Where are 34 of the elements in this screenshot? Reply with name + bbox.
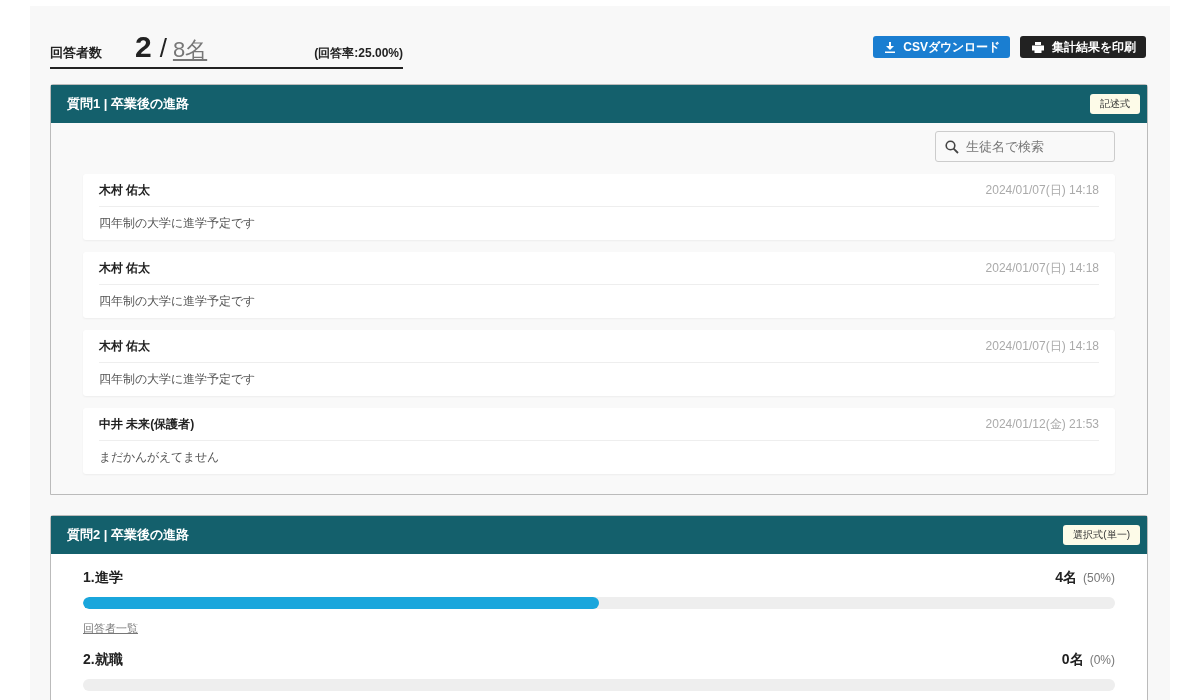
question-type-badge: 記述式 [1090,94,1140,114]
answer-date: 2024/01/12(金) 21:53 [985,415,1099,433]
question-title: 質問2 | 卒業後の進路 [67,526,190,544]
printer-icon [1032,41,1044,53]
respondent-name: 木村 佑太 [99,259,151,277]
answer-date: 2024/01/07(日) 14:18 [985,337,1099,355]
respondent-name: 中井 未来(保護者) [99,415,195,433]
answer-text: 四年制の大学に進学予定です [99,215,256,232]
download-icon [885,41,896,53]
respondent-name: 木村 佑太 [99,337,151,355]
respondents-link[interactable]: 回答者一覧 [83,621,138,636]
respondent-name: 木村 佑太 [99,181,151,199]
answer-text: 四年制の大学に進学予定です [99,371,256,388]
respondents-label: 回答者数 [50,44,103,62]
answer-date: 2024/01/07(日) 14:18 [985,181,1099,199]
option-label: 1.進学 [83,569,123,587]
question-type-badge: 選択式(単一) [1063,525,1140,545]
option-count: 4名 [1055,569,1077,585]
total-count: 8名 [172,36,208,64]
option-percent: (50%) [1083,571,1115,585]
answered-count: 2 [135,30,152,64]
answer-text: 四年制の大学に進学予定です [99,293,256,310]
count-separator: / [159,33,167,64]
question-title: 質問1 | 卒業後の進路 [67,95,190,113]
response-rate: (回答率:25.00%) [314,45,403,62]
option-label: 2.就職 [83,651,123,669]
option-count: 0名 [1061,651,1084,667]
csv-download-button[interactable]: CSVダウンロード [873,36,1010,58]
print-button[interactable]: 集計結果を印刷 [1020,36,1146,58]
option-percent: (0%) [1089,653,1115,667]
answer-date: 2024/01/07(日) 14:18 [985,259,1099,277]
search-field[interactable]: 生徒名で検索 [935,131,1115,162]
search-icon [945,140,959,154]
answer-text: まだかんがえてません [99,449,220,466]
